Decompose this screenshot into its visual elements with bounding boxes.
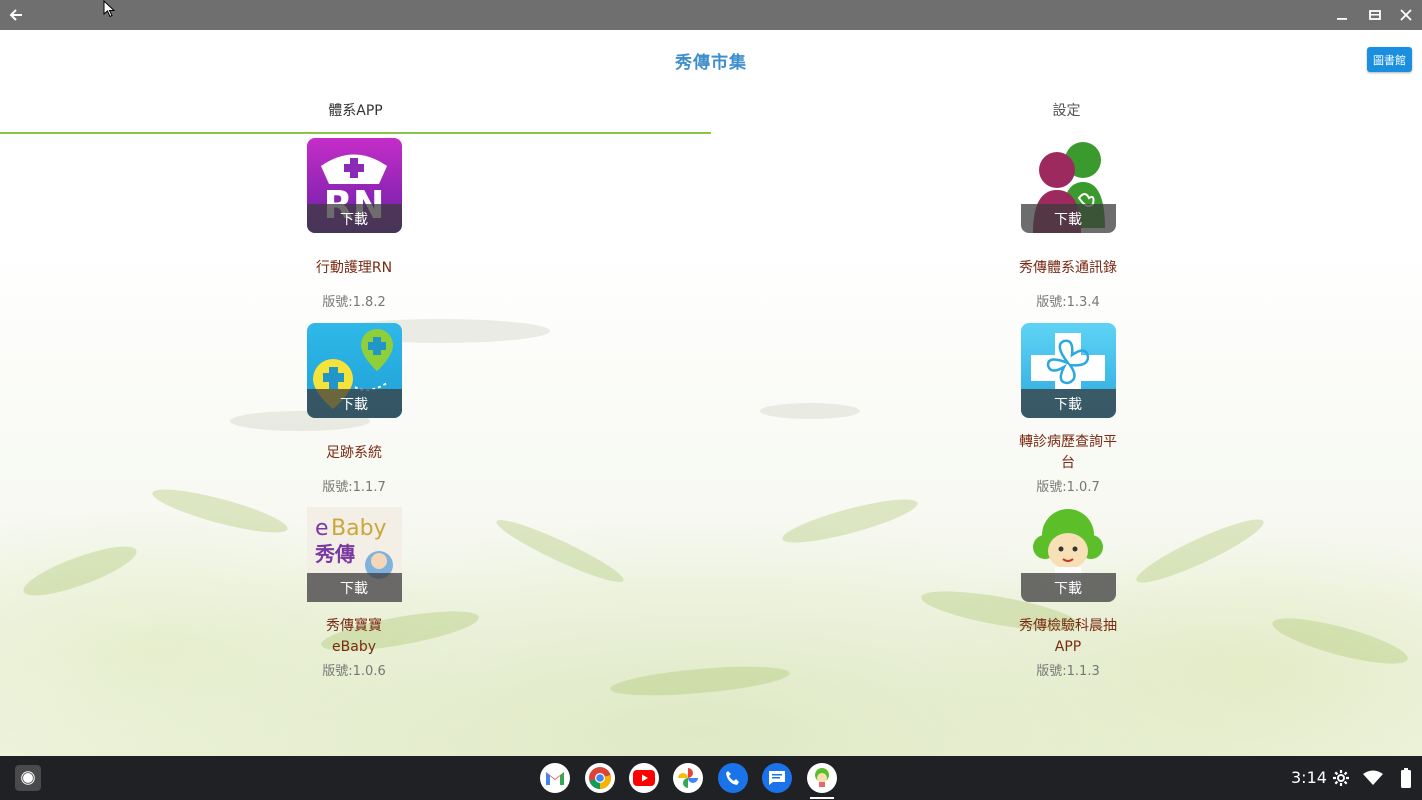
app-name: 足跡系統 xyxy=(326,444,382,461)
app-version: 版號:1.0.6 xyxy=(322,664,386,679)
mouse-cursor-icon xyxy=(103,0,117,22)
gmail-icon[interactable] xyxy=(540,763,570,793)
app-name: 行動護理RN xyxy=(315,259,393,276)
app-name: 秀傳體系通訊錄 xyxy=(1019,259,1117,276)
app-version: 版號:1.0.7 xyxy=(1036,480,1100,495)
settings-gear-icon[interactable] xyxy=(1332,769,1350,791)
download-button[interactable]: 下載 xyxy=(1020,204,1116,233)
download-button[interactable]: 下載 xyxy=(1020,573,1116,602)
rn-nurse-icon[interactable]: RN 下載 xyxy=(306,138,402,233)
window-title-bar xyxy=(0,0,1422,30)
phone-icon[interactable] xyxy=(718,763,748,793)
download-button[interactable]: 下載 xyxy=(306,389,402,418)
clock[interactable]: 3:14 xyxy=(1291,768,1327,787)
mascot-icon[interactable]: 下載 xyxy=(1020,507,1116,602)
tab-settings[interactable]: 設定 xyxy=(711,100,1422,120)
page-title: 秀傳市集 xyxy=(675,53,747,73)
app-name: 轉診病歷查詢平台 xyxy=(1019,434,1117,471)
app-card-footprint[interactable]: 下載 足跡系統 版號:1.1.7 xyxy=(284,323,424,495)
app-version: 版號:1.3.4 xyxy=(1036,295,1100,310)
svg-text:e: e xyxy=(315,516,329,541)
tab-indicator xyxy=(0,132,711,134)
app-name: 秀傳檢驗科晨抽APP xyxy=(1019,618,1117,655)
active-app-indicator xyxy=(810,797,834,799)
maximize-icon[interactable] xyxy=(1360,0,1390,30)
download-button[interactable]: 下載 xyxy=(306,573,402,602)
minimize-icon[interactable] xyxy=(1327,0,1357,30)
app-card-lab[interactable]: 下載 秀傳檢驗科晨抽APP 版號:1.1.3 xyxy=(998,507,1138,679)
svg-text:秀傳: 秀傳 xyxy=(314,542,355,566)
show-chwan-market-icon[interactable] xyxy=(807,763,837,793)
wifi-icon[interactable] xyxy=(1363,770,1383,790)
svg-text:Baby: Baby xyxy=(331,516,387,541)
app-name: 秀傳寶寶 eBaby xyxy=(326,618,382,655)
app-content: 秀傳市集 圖書館 體系APP 設定 RN 下載 行動護理RN 版號:1.8.2 xyxy=(0,31,1422,756)
app-card-contacts[interactable]: 下載 秀傳體系通訊錄 版號:1.3.4 xyxy=(998,138,1138,310)
footprint-map-pin-icon[interactable]: 下載 xyxy=(306,323,402,418)
ebaby-icon[interactable]: e Baby 秀傳 下載 xyxy=(306,507,402,602)
app-card-rn[interactable]: RN 下載 行動護理RN 版號:1.8.2 xyxy=(284,138,424,310)
app-version: 版號:1.1.3 xyxy=(1036,664,1100,679)
library-button[interactable]: 圖書館 xyxy=(1367,47,1412,72)
download-button[interactable]: 下載 xyxy=(306,204,402,233)
system-shelf: 3:14 xyxy=(0,756,1422,800)
messages-icon[interactable] xyxy=(762,763,792,793)
arrow-left-icon[interactable] xyxy=(1,0,31,30)
launcher-icon[interactable] xyxy=(15,765,41,791)
clover-cross-icon[interactable]: 下載 xyxy=(1020,323,1116,418)
youtube-icon[interactable] xyxy=(629,763,659,793)
download-button[interactable]: 下載 xyxy=(1020,389,1116,418)
background-bamboo-art xyxy=(23,319,1408,696)
app-version: 版號:1.1.7 xyxy=(322,480,386,495)
close-icon[interactable] xyxy=(1391,0,1421,30)
app-card-referral[interactable]: 下載 轉診病歷查詢平台 版號:1.0.7 xyxy=(998,323,1138,495)
contacts-people-icon[interactable]: 下載 xyxy=(1020,138,1116,233)
chrome-icon[interactable] xyxy=(585,763,615,793)
photos-icon[interactable] xyxy=(673,763,703,793)
app-version: 版號:1.8.2 xyxy=(322,295,386,310)
battery-icon[interactable] xyxy=(1401,768,1411,792)
tab-system-app[interactable]: 體系APP xyxy=(0,100,711,120)
app-card-ebaby[interactable]: e Baby 秀傳 下載 秀傳寶寶 eBaby 版號:1.0.6 xyxy=(284,507,424,679)
